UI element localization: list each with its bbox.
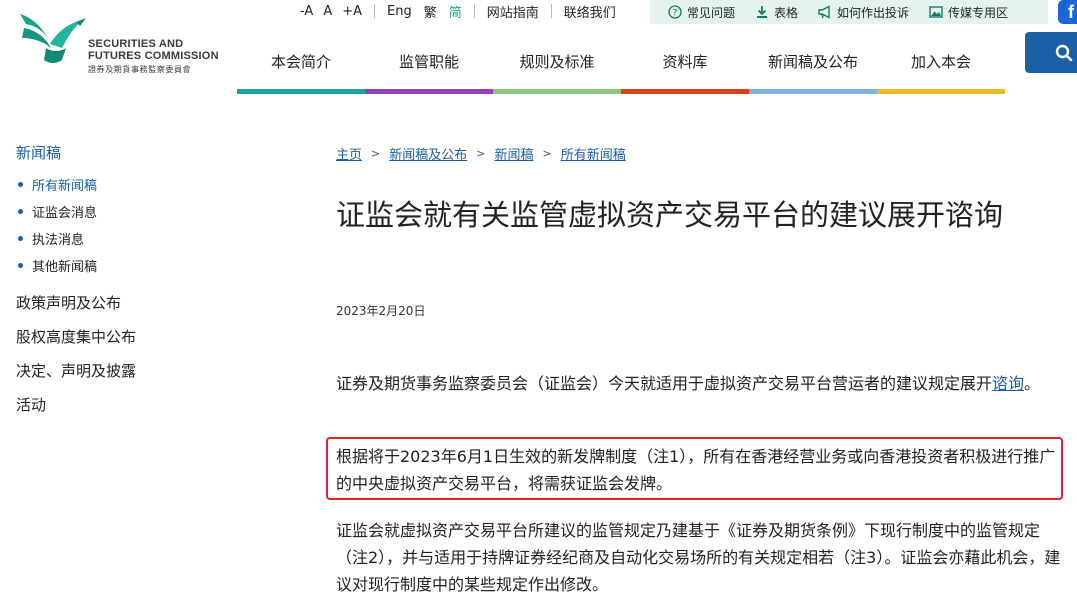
bullet [18,263,23,268]
font-size-medium-button[interactable]: A [323,4,332,19]
breadcrumb-news[interactable]: 新闻稿 [494,144,533,163]
image-icon [929,5,943,19]
breadcrumb-news-announcements[interactable]: 新闻稿及公布 [389,144,467,163]
nav-color-bar [237,89,365,94]
sidebar-item-all-news[interactable]: 所有新闻稿 [16,171,216,198]
faq-link[interactable]: ? 常见问题 [668,4,735,21]
breadcrumb-all-news[interactable]: 所有新闻稿 [561,144,626,163]
sidebar-item-decisions[interactable]: 决定、声明及披露 [16,353,216,387]
consultation-link[interactable]: 谘询 [992,374,1024,393]
svg-text:?: ? [673,9,678,19]
forms-link[interactable]: 表格 [755,4,798,21]
breadcrumb-home[interactable]: 主页 [336,144,362,163]
megaphone-icon [818,5,832,19]
divider [374,4,376,18]
logo-text-zh: 證券及期貨事務監察委員會 [88,65,192,74]
lang-traditional-link[interactable]: 繁 [424,2,437,21]
article-paragraph-1: 证券及期货事务监察委员会（证监会）今天就适用于虚拟资产交易平台营运者的建议规定展… [336,374,1041,393]
search-icon [1055,44,1073,61]
chevron-right-icon: > [371,147,381,160]
sidebar-heading-news[interactable]: 新闻稿 [16,142,216,163]
sitemap-link[interactable]: 网站指南 [487,2,539,21]
logo-text-en: SECURITIES AND FUTURES COMMISSION [88,38,219,62]
lang-simplified-link[interactable]: 简 [449,2,462,21]
article-paragraph-3: 证监会就虚拟资产交易平台所建议的监管规定乃建基于《证券及期货条例》下现行制度中的… [336,521,1061,594]
bullet [18,182,23,187]
nav-color-bar [365,89,493,94]
nav-news-announcements[interactable]: 新闻稿及公布 [749,34,877,94]
font-size-small-button[interactable]: -A [300,4,313,19]
nav-color-bar [621,89,749,94]
nav-careers[interactable]: 加入本会 [877,34,1005,94]
sidebar: 新闻稿 所有新闻稿 证监会消息 执法消息 其他新闻稿 政策声明及公布 股权高度集… [16,142,216,421]
nav-resources[interactable]: 资料库 [621,34,749,94]
nav-color-bar [749,89,877,94]
article-paragraph-2: 根据将于2023年6月1日生效的新发牌制度（注1），所有在香港经营业务或向香港投… [336,447,1056,493]
quick-links-bar: ? 常见问题 表格 如何作出投诉 传媒专用区 [650,0,1048,24]
divider [550,4,552,18]
nav-about[interactable]: 本会简介 [237,34,365,94]
question-circle-icon: ? [668,5,682,19]
complaint-link[interactable]: 如何作出投诉 [818,4,909,21]
font-size-large-button[interactable]: +A [342,4,362,19]
sidebar-item-sfc-news[interactable]: 证监会消息 [16,198,216,225]
chevron-right-icon: > [476,147,486,160]
breadcrumb: 主页 > 新闻稿及公布 > 新闻稿 > 所有新闻稿 [336,144,626,163]
sidebar-item-events[interactable]: 活动 [16,387,216,421]
search-button[interactable] [1025,32,1077,73]
nav-rules-standards[interactable]: 规则及标准 [493,34,621,94]
divider [473,4,475,18]
bullet [18,236,23,241]
nav-regulatory-functions[interactable]: 监管职能 [365,34,493,94]
contact-link[interactable]: 联络我们 [564,2,616,21]
media-link[interactable]: 传媒专用区 [929,4,1008,21]
utility-links: -A A +A Eng 繁 简 网站指南 联络我们 [300,0,616,22]
nav-color-bar [877,89,1005,94]
publish-date: 2023年2月20日 [336,304,426,318]
sfc-logo[interactable]: SECURITIES AND FUTURES COMMISSION 證券及期貨事… [16,8,226,74]
lang-english-link[interactable]: Eng [387,4,412,19]
sidebar-item-enforcement-news[interactable]: 执法消息 [16,225,216,252]
sidebar-item-policy-statements[interactable]: 政策声明及公布 [16,285,216,319]
main-nav: 本会简介 监管职能 规则及标准 资料库 新闻稿及公布 加入本会 [237,34,1005,94]
sidebar-item-shareholding[interactable]: 股权高度集中公布 [16,319,216,353]
chevron-right-icon: > [542,147,552,160]
sidebar-item-other-news[interactable]: 其他新闻稿 [16,252,216,279]
download-icon [755,5,769,19]
facebook-icon[interactable]: f [1058,0,1077,24]
bullet [18,209,23,214]
page-title: 证监会就有关监管虚拟资产交易平台的建议展开谘询 [336,198,1004,232]
eagle-logo-icon [20,14,86,63]
nav-color-bar [493,89,621,94]
